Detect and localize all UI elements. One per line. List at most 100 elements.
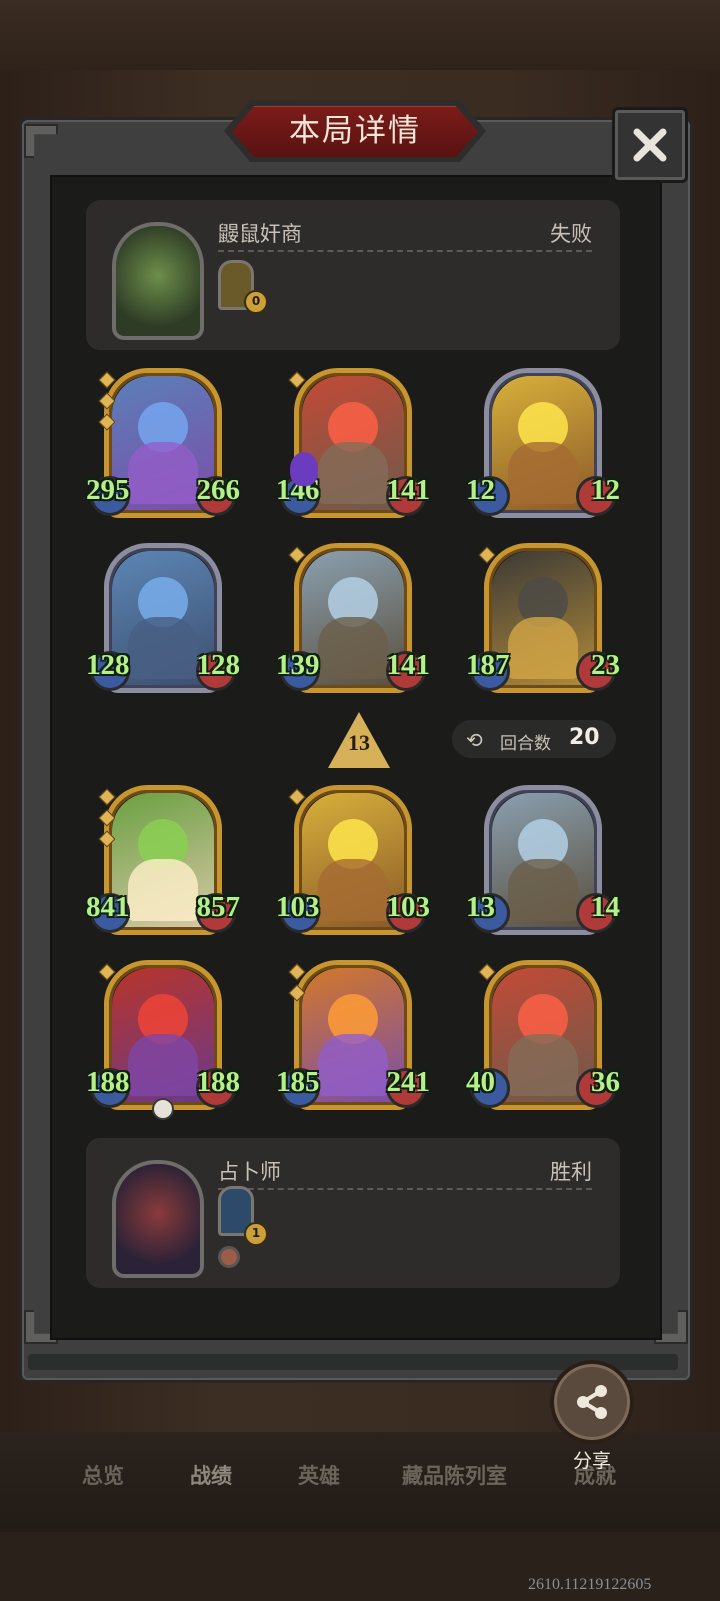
unit-body [508,1034,578,1096]
divider [218,1188,592,1190]
unit-health: 188 [196,1066,241,1098]
rounds-counter: ⟲ 回合数 20 [452,720,616,758]
opponent-card: 鼹鼠奸商 失败 0 [86,200,620,350]
unit-attack: 13 [466,891,495,923]
player-avatar [112,1160,204,1278]
unit-body [128,442,198,504]
shield-icon [290,452,318,486]
unit-health: 266 [196,474,241,506]
close-icon [633,128,667,162]
star-icon [478,546,496,564]
star-icon [98,392,116,410]
star-column [478,963,496,987]
star-column [478,546,496,570]
relic-count-badge: 1 [244,1222,268,1246]
player-card: 占卜师 胜利 1 [86,1138,620,1288]
unit-card[interactable]: 128 128 [86,543,240,703]
tab-item[interactable]: 英雄 [298,1460,340,1490]
unit-card[interactable]: 13 14 [466,785,620,945]
star-icon [98,371,116,389]
unit-card[interactable]: 188 188 [86,960,240,1120]
unit-card[interactable]: 12 12 [466,368,620,528]
star-icon [288,984,306,1002]
repeat-icon: ⟲ [466,728,483,752]
opponent-name: 鼹鼠奸商 [218,222,302,246]
unit-health: 141 [386,474,431,506]
star-icon [288,788,306,806]
unit-attack: 187 [466,649,510,681]
tab-item[interactable]: 藏品陈列室 [402,1460,507,1490]
player-name: 占卜师 [218,1160,281,1184]
unit-health: 36 [591,1066,620,1098]
opponent-result: 失败 [550,222,592,246]
unit-health: 141 [386,649,431,681]
unit-attack: 295 [86,474,130,506]
trinket-icon[interactable] [218,1246,240,1268]
star-icon [288,371,306,389]
rounds-value: 20 [569,725,600,750]
skull-icon [152,1098,174,1120]
share-button[interactable] [550,1360,634,1444]
unit-attack: 128 [86,649,130,681]
relic-count-badge: 0 [244,290,268,314]
unit-body [508,442,578,504]
unit-attack: 139 [276,649,320,681]
star-column [98,371,116,437]
star-icon [288,546,306,564]
unit-health: 12 [591,474,620,506]
unit-health: 103 [386,891,431,923]
star-icon [98,809,116,827]
unit-body [508,617,578,679]
unit-attack: 40 [466,1066,495,1098]
close-button[interactable] [612,107,688,183]
unit-attack: 188 [86,1066,130,1098]
star-icon [98,413,116,431]
unit-health: 14 [591,891,620,923]
unit-body [128,859,198,921]
star-icon [478,963,496,981]
unit-attack: 841 [86,891,130,923]
divider [218,250,592,252]
unit-card[interactable]: 185 241 [276,960,430,1120]
star-column [288,788,306,812]
unit-body [508,859,578,921]
unit-attack: 185 [276,1066,320,1098]
dialog-title: 本局详情 [289,113,421,149]
unit-body [318,859,388,921]
unit-card[interactable]: 103 103 [276,785,430,945]
unit-card[interactable]: 40 36 [466,960,620,1120]
share-label: 分享 [572,1450,611,1472]
star-icon [98,788,116,806]
level-value: 13 [348,730,370,755]
unit-card[interactable]: 139 141 [276,543,430,703]
star-icon [98,830,116,848]
unit-body [318,1034,388,1096]
build-watermark: 2610.11219122605 [528,1576,652,1593]
star-icon [288,963,306,981]
star-column [288,963,306,1008]
opponent-avatar [112,222,204,340]
unit-body [128,1034,198,1096]
unit-body [318,442,388,504]
rounds-label: 回合数 [500,734,551,754]
unit-health: 23 [591,649,620,681]
tab-item[interactable]: 总览 [82,1460,124,1490]
player-result: 胜利 [550,1160,592,1184]
level-marker: 13 [328,712,390,768]
star-column [98,963,116,987]
unit-card[interactable]: 146 141 [276,368,430,528]
unit-card[interactable]: 841 857 [86,785,240,945]
unit-card[interactable]: 295 266 [86,368,240,528]
star-column [98,788,116,854]
star-column [288,546,306,570]
unit-attack: 12 [466,474,495,506]
unit-health: 128 [196,649,241,681]
unit-health: 857 [196,891,241,923]
star-column [288,371,306,395]
tab-item[interactable]: 战绩 [190,1460,232,1490]
unit-attack: 103 [276,891,320,923]
unit-health: 241 [386,1066,431,1098]
share-icon [577,1385,607,1419]
unit-body [318,617,388,679]
unit-card[interactable]: 187 23 [466,543,620,703]
